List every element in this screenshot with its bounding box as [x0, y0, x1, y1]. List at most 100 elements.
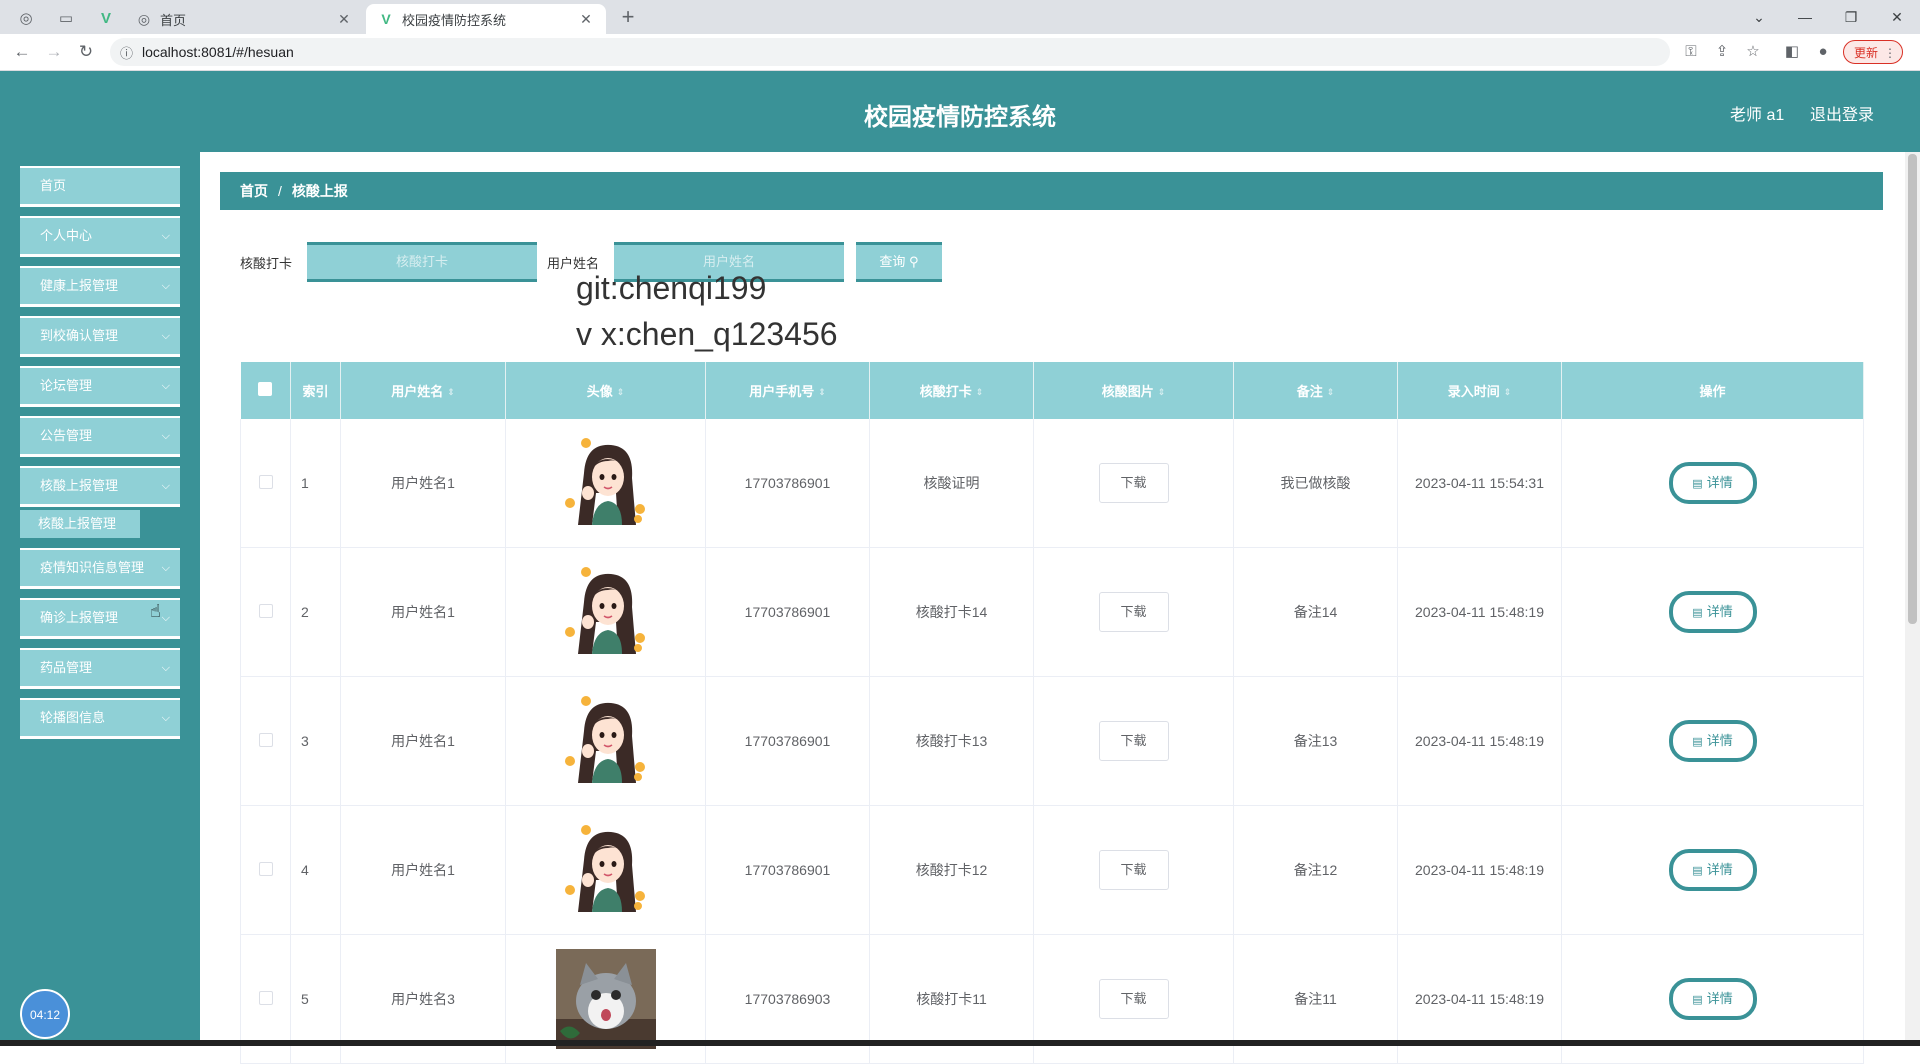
- restore-icon[interactable]: ❐: [1828, 4, 1874, 30]
- browser-tab-active[interactable]: V 校园疫情防控系统 ✕: [366, 4, 606, 34]
- query-button-label: 查询: [879, 254, 906, 269]
- update-button[interactable]: 更新 ⋮: [1843, 40, 1903, 64]
- update-label: 更新: [1854, 46, 1879, 60]
- side-panel-icon[interactable]: ◧: [1781, 41, 1803, 63]
- close-tab-icon[interactable]: ✕: [578, 11, 594, 28]
- download-button[interactable]: 下载: [1098, 592, 1169, 632]
- horizontal-scrollbar[interactable]: [0, 1040, 1920, 1046]
- sort-icon[interactable]: ⇕: [1327, 387, 1335, 398]
- back-arrow-icon[interactable]: ←: [10, 40, 34, 64]
- column-header[interactable]: 用户姓名 ⇕: [340, 362, 506, 419]
- row-checkbox[interactable]: [258, 732, 273, 747]
- sort-icon[interactable]: ⇕: [1504, 387, 1512, 398]
- detail-button[interactable]: ▤ 详情: [1668, 591, 1757, 633]
- column-header-label: 核酸图片: [1101, 384, 1154, 399]
- sidebar-item-epidemic-knowledge[interactable]: 疫情知识信息管理 ⌵: [20, 550, 180, 586]
- phone-cell: 17703786901: [705, 676, 870, 806]
- avatar-girl-image: [555, 820, 656, 920]
- sidebar-item-carousel[interactable]: 轮播图信息 ⌵: [20, 700, 180, 736]
- profile-icon[interactable]: ●: [1812, 41, 1834, 63]
- download-button[interactable]: 下载: [1098, 979, 1169, 1019]
- sort-icon[interactable]: ⇕: [447, 387, 455, 398]
- close-tab-icon[interactable]: ✕: [336, 11, 352, 28]
- sort-icon[interactable]: ⇕: [1158, 387, 1166, 398]
- download-button[interactable]: 下载: [1098, 721, 1169, 761]
- scrollbar-thumb[interactable]: [1908, 154, 1917, 624]
- row-select-cell[interactable]: [240, 419, 291, 548]
- current-user: 老师 a1: [1730, 107, 1785, 124]
- url-text: localhost:8081/#/hesuan: [142, 44, 294, 60]
- site-info-icon[interactable]: ⓘ: [120, 43, 133, 62]
- tab-search-chevron-icon[interactable]: ⌄: [1736, 4, 1782, 30]
- browser-tab-home[interactable]: ◎ 首页 ✕: [124, 4, 364, 34]
- row-checkbox[interactable]: [258, 603, 273, 618]
- forward-arrow-icon[interactable]: →: [42, 40, 66, 64]
- sort-icon[interactable]: ⇕: [617, 387, 625, 398]
- select-all-checkbox[interactable]: [258, 382, 273, 396]
- sidebar-item-home[interactable]: 首页: [20, 168, 180, 204]
- query-button[interactable]: 查询 ⚲: [856, 242, 942, 282]
- tab-label: 首页: [160, 12, 187, 28]
- sidebar-item-medicine[interactable]: 药品管理 ⌵: [20, 650, 180, 686]
- avatar-girl-image: [555, 691, 656, 791]
- select-all-cell[interactable]: [240, 362, 291, 419]
- sort-icon[interactable]: ⇕: [818, 387, 826, 398]
- checkin-search-input[interactable]: 核酸打卡: [307, 242, 537, 282]
- new-tab-icon[interactable]: +: [616, 6, 640, 30]
- column-header[interactable]: 备注 ⇕: [1233, 362, 1398, 419]
- avatar-girl-image: [555, 562, 656, 662]
- row-checkbox[interactable]: [258, 861, 273, 876]
- column-header[interactable]: 核酸打卡 ⇕: [869, 362, 1034, 419]
- sidebar-subitem-nucleic-report[interactable]: 核酸上报管理: [20, 510, 140, 538]
- pinned-tab-globe-icon[interactable]: ◎: [14, 6, 38, 30]
- row-checkbox[interactable]: [258, 990, 273, 1005]
- row-select-cell[interactable]: [240, 676, 291, 806]
- sidebar-item-label: 论坛管理: [40, 378, 93, 393]
- chevron-down-icon: ⌵: [161, 280, 170, 292]
- sidebar-item-arrival-confirm[interactable]: 到校确认管理 ⌵: [20, 318, 180, 354]
- sort-icon[interactable]: ⇕: [976, 387, 984, 398]
- detail-button[interactable]: ▤ 详情: [1668, 978, 1757, 1020]
- row-select-cell[interactable]: [240, 547, 291, 677]
- breadcrumb-home[interactable]: 首页: [240, 183, 268, 199]
- app-header: 校园疫情防控系统 老师 a1 退出登录: [0, 71, 1920, 152]
- sidebar-item-nucleic-report[interactable]: 核酸上报管理 ⌵: [20, 468, 180, 504]
- breadcrumb-separator: /: [278, 183, 282, 199]
- sidebar-item-health-report[interactable]: 健康上报管理 ⌵: [20, 268, 180, 304]
- vertical-scrollbar[interactable]: [1905, 152, 1920, 1046]
- app-title: 校园疫情防控系统: [864, 104, 1056, 131]
- key-icon[interactable]: ⚿: [1680, 41, 1702, 63]
- column-header[interactable]: 录入时间 ⇕: [1397, 362, 1562, 419]
- column-header[interactable]: 头像 ⇕: [505, 362, 706, 419]
- column-header[interactable]: 用户手机号 ⇕: [705, 362, 870, 419]
- detail-button[interactable]: ▤ 详情: [1668, 462, 1757, 504]
- minimize-icon[interactable]: —: [1782, 4, 1828, 30]
- sidebar-item-forum[interactable]: 论坛管理 ⌵: [20, 368, 180, 404]
- share-icon[interactable]: ⇪: [1711, 41, 1733, 63]
- star-icon[interactable]: ☆: [1742, 41, 1764, 63]
- reload-icon[interactable]: ↻: [74, 40, 98, 64]
- close-window-icon[interactable]: ✕: [1874, 4, 1920, 30]
- pinned-tab-blank-icon[interactable]: ▭: [54, 6, 78, 30]
- detail-button[interactable]: ▤ 详情: [1668, 849, 1757, 891]
- row-select-cell[interactable]: [240, 805, 291, 935]
- pinned-tab-vue-icon[interactable]: V: [94, 6, 118, 30]
- index-cell: 1: [290, 419, 341, 548]
- column-header[interactable]: 核酸图片 ⇕: [1033, 362, 1234, 419]
- sidebar-item-profile[interactable]: 个人中心 ⌵: [20, 218, 180, 254]
- chevron-down-icon: ⌵: [161, 612, 170, 624]
- chevron-down-icon: ⌵: [161, 380, 170, 392]
- breadcrumb-current: 核酸上报: [291, 183, 348, 199]
- chevron-down-icon: ⌵: [161, 562, 170, 574]
- detail-button[interactable]: ▤ 详情: [1668, 720, 1757, 762]
- sidebar-item-announcements[interactable]: 公告管理 ⌵: [20, 418, 180, 454]
- download-button[interactable]: 下载: [1098, 463, 1169, 503]
- document-icon: ▤: [1692, 607, 1703, 619]
- table-row: 1 用户姓名1 17703786901 核酸证明 下载 我已做核酸 2023-04-11 …: [240, 419, 1864, 548]
- sidebar-item-label: 首页: [40, 178, 67, 193]
- url-input[interactable]: ⓘ localhost:8081/#/hesuan: [110, 38, 1670, 66]
- sidebar-item-label: 药品管理: [40, 660, 93, 675]
- row-checkbox[interactable]: [258, 474, 273, 489]
- download-button[interactable]: 下载: [1098, 850, 1169, 890]
- logout-link[interactable]: 退出登录: [1810, 101, 1874, 125]
